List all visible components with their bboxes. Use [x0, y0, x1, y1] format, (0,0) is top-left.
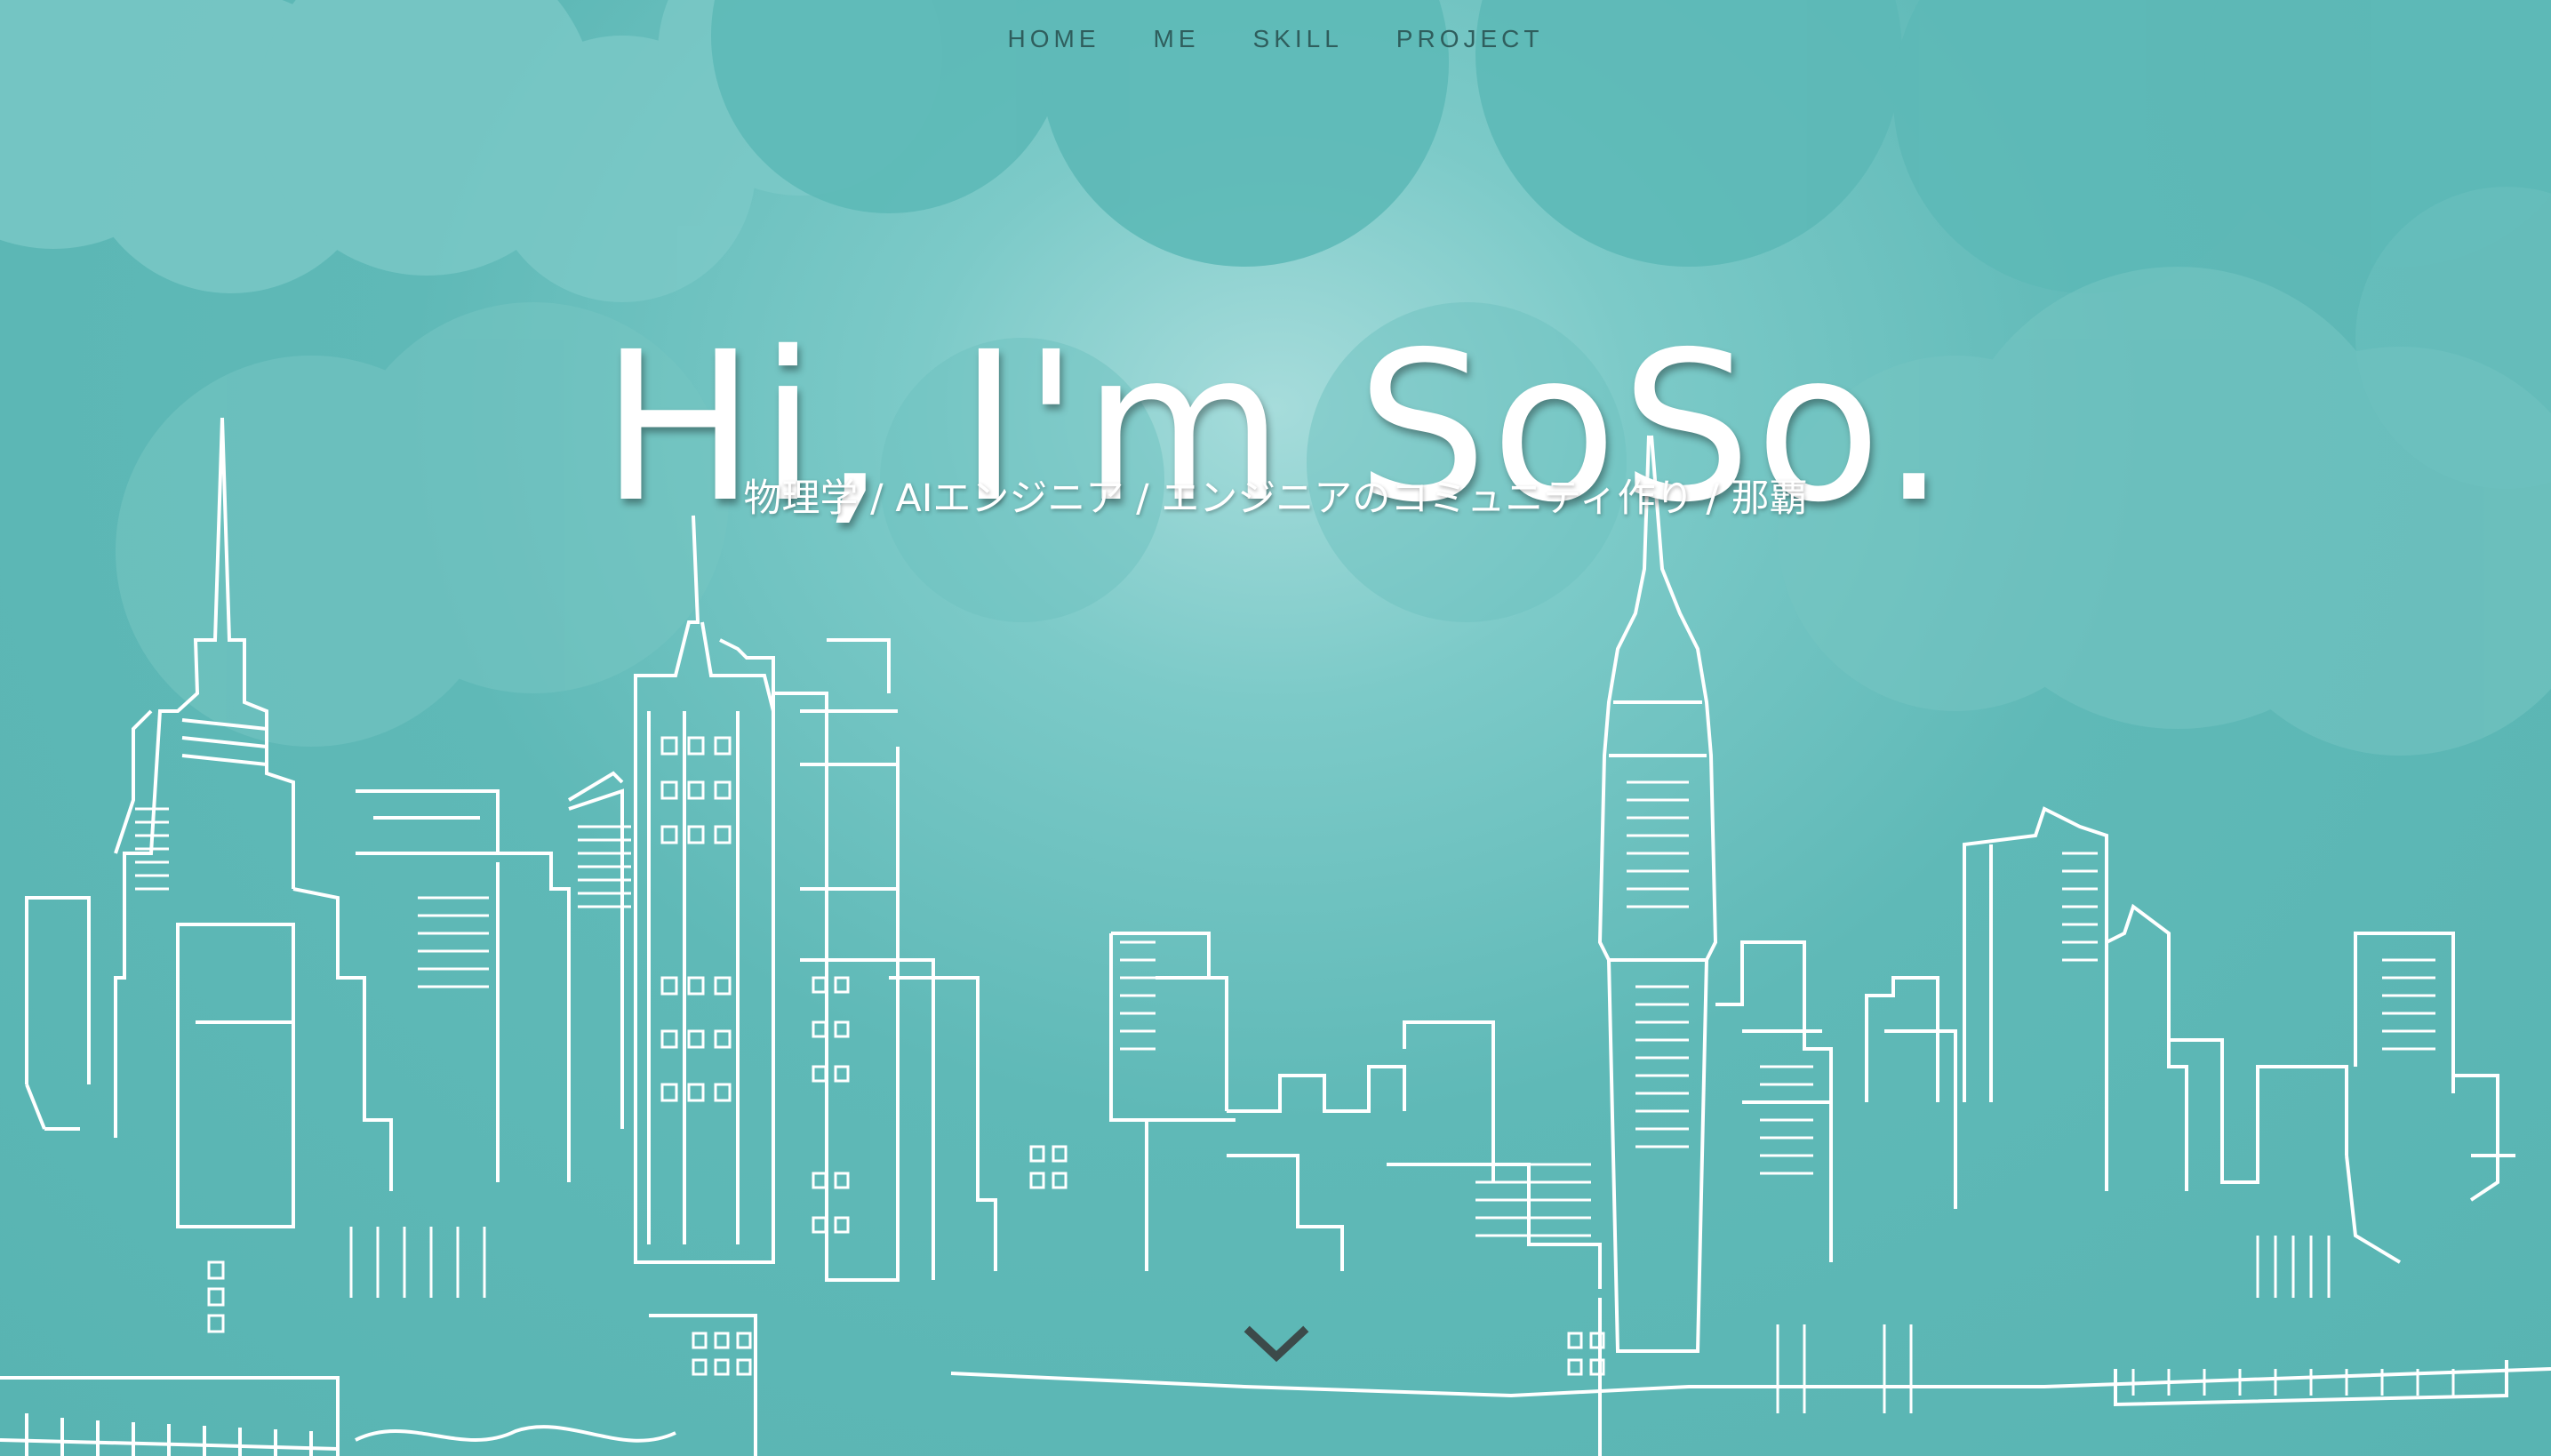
scroll-down-button[interactable] — [1243, 1323, 1310, 1367]
nav-item-home[interactable]: HOME — [1006, 25, 1102, 53]
nav-item-me[interactable]: ME — [1152, 25, 1202, 53]
city-skyline-illustration — [0, 417, 2551, 1456]
nav-item-project[interactable]: PROJECT — [1395, 25, 1546, 53]
nav-item-skill[interactable]: SKILL — [1252, 25, 1345, 53]
hero-subtitle: 物理学 / AIエンジニア / エンジニアのコミュニティ作り / 那覇 — [743, 476, 1808, 521]
chevron-down-icon — [1244, 1325, 1309, 1363]
top-nav: HOME ME SKILL PROJECT — [0, 25, 2551, 53]
hero-section: HOME ME SKILL PROJECT Hi, I'm SoSo. 物理学 … — [0, 0, 2551, 1456]
